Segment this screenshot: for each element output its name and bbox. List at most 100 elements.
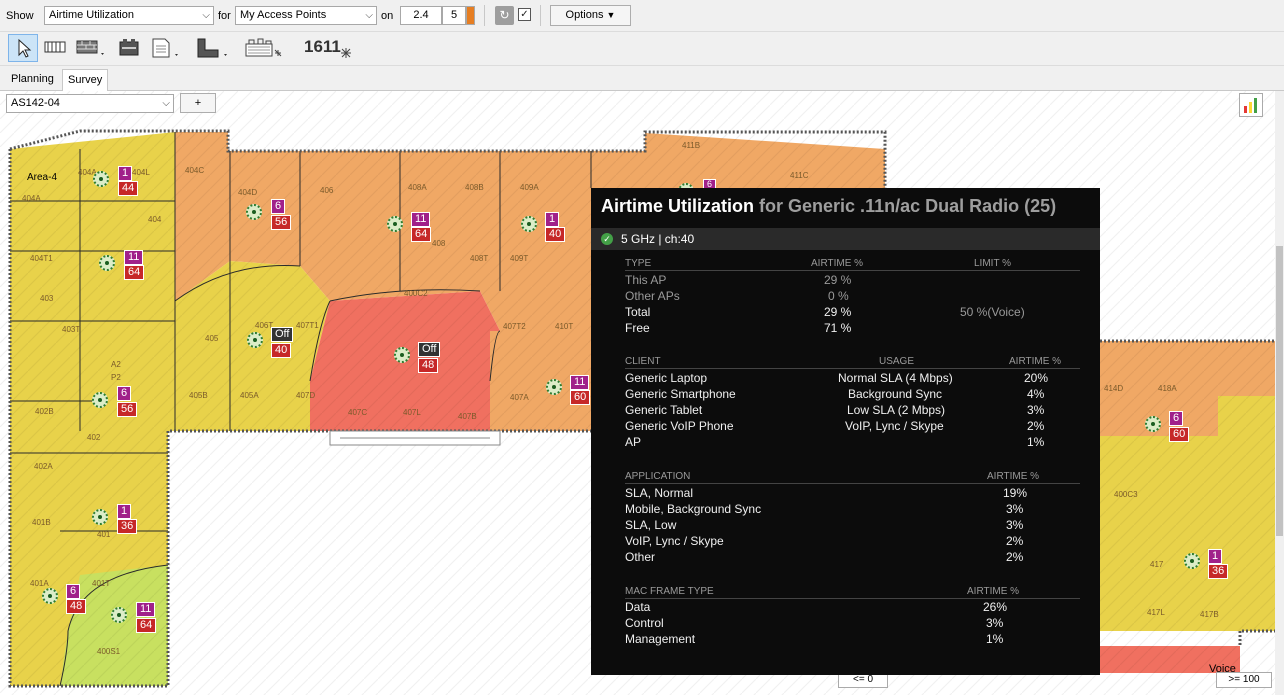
access-point-icon[interactable] <box>93 171 109 187</box>
channel-badge: 1 <box>1208 549 1223 564</box>
band-24-toggle[interactable]: 2.4 <box>400 6 442 25</box>
on-label: on <box>381 10 394 22</box>
room-label: 407C <box>348 408 368 417</box>
tab-survey[interactable]: Survey <box>62 69 109 91</box>
access-point-icon[interactable] <box>394 347 410 363</box>
room-label: 414D <box>1104 384 1124 393</box>
client-row-airtime: 3% <box>1027 403 1045 417</box>
client-row-name: Generic Tablet <box>625 403 703 417</box>
room-label: 404T1 <box>30 254 53 263</box>
toolbar-tools: 1611 <box>0 32 1284 66</box>
channel-badge: 6 <box>117 386 132 401</box>
brick-wall-tool[interactable] <box>76 38 108 58</box>
cabinet-tool[interactable] <box>118 38 140 58</box>
room-label: 401A <box>30 579 49 588</box>
refresh-icon[interactable]: ↻ <box>495 6 514 25</box>
application-row-name: Other <box>625 550 656 564</box>
access-point-icon[interactable] <box>1184 553 1200 569</box>
access-point-icon[interactable] <box>1145 416 1161 432</box>
channel-badge: 11 <box>411 212 431 227</box>
room-label: 411C <box>790 171 809 180</box>
client-row-name: Generic VoIP Phone <box>625 419 734 433</box>
airtime-badge: 64 <box>124 265 145 280</box>
access-point-icon[interactable] <box>247 332 263 348</box>
access-point-icon[interactable] <box>92 392 108 408</box>
add-floor-button[interactable]: + <box>180 93 216 113</box>
room-label: 402B <box>35 407 54 416</box>
channel-badge: 1 <box>545 212 560 227</box>
tab-planning[interactable]: Planning <box>6 69 59 90</box>
checkmark-icon: ✓ <box>601 233 613 245</box>
access-point-icon[interactable] <box>546 379 562 395</box>
client-header: CLIENT <box>625 356 661 367</box>
legend-max-label: >= 100 <box>1216 672 1272 688</box>
room-label: P2 <box>111 373 121 382</box>
bar-chart-icon <box>1244 98 1257 113</box>
scrollbar-thumb[interactable] <box>1276 246 1283 536</box>
access-point-icon[interactable] <box>246 204 262 220</box>
room-label: 400S1 <box>97 647 121 656</box>
room-label: 417B <box>1200 610 1219 619</box>
room-label: 408 <box>432 239 446 248</box>
airtime-badge: 48 <box>418 358 439 373</box>
mac-row-airtime: 26% <box>983 600 1008 614</box>
room-label: 408B <box>465 183 484 192</box>
usage-header: USAGE <box>879 356 915 367</box>
floor-dropdown[interactable]: AS142-04 ⌵ <box>6 94 174 113</box>
access-point-icon[interactable] <box>92 509 108 525</box>
view-tabs: Planning Survey <box>0 66 1284 91</box>
options-button[interactable]: Options ▼ <box>550 5 631 26</box>
separator <box>540 5 541 26</box>
radio-off-badge: Off <box>271 327 294 342</box>
access-point-icon[interactable] <box>111 607 127 623</box>
triangle-down-icon: ▼ <box>606 10 616 20</box>
channel-badge: 6 <box>66 584 81 599</box>
application-row-name: VoIP, Lync / Skype <box>625 534 724 548</box>
show-dropdown[interactable]: Airtime Utilization ⌵ <box>44 6 214 25</box>
chevron-down-icon: ⌵ <box>365 10 373 21</box>
vertical-scrollbar[interactable] <box>1275 91 1284 695</box>
auto-refresh-checkbox[interactable]: ✓ <box>518 8 531 21</box>
access-point-icon[interactable] <box>521 216 537 232</box>
airtime-badge: 40 <box>545 227 566 242</box>
wall-tool[interactable] <box>44 40 66 54</box>
document-tool[interactable] <box>150 37 182 59</box>
statistics-button[interactable] <box>1239 93 1263 117</box>
tooltip-title: Airtime Utilization for Generic .11n/ac … <box>601 196 1056 217</box>
area-label: Area-4 <box>27 172 58 183</box>
cursor-arrow-icon <box>18 38 32 58</box>
room-label: 400C3 <box>1114 490 1138 499</box>
divider <box>625 598 1080 599</box>
show-dropdown-value: Airtime Utilization <box>49 9 134 21</box>
client-row-name: Generic Laptop <box>625 371 708 385</box>
room-label: 402A <box>34 462 53 471</box>
room-label: 401B <box>32 518 51 527</box>
mac-frame-header: MAC FRAME TYPE <box>625 586 714 597</box>
room-label: 402 <box>87 433 101 442</box>
client-row-airtime: 2% <box>1027 419 1045 433</box>
airtime-badge: 64 <box>136 618 157 633</box>
client-row-name: AP <box>625 435 642 449</box>
access-point-icon[interactable] <box>42 588 58 604</box>
room-label: 407D <box>296 391 316 400</box>
channel-badge: 6 <box>1169 411 1184 426</box>
access-point-icon[interactable] <box>99 255 115 271</box>
channel-badge: 6 <box>271 199 286 214</box>
type-row-airtime: 29 % <box>824 305 852 319</box>
divider <box>625 483 1080 484</box>
airtime-header: AIRTIME % <box>1009 356 1062 367</box>
room-label: 408A <box>408 183 427 192</box>
airtime-badge: 44 <box>118 181 139 196</box>
channel-numbering-tool[interactable]: 1611 <box>304 37 354 61</box>
building-placement-tool[interactable] <box>244 36 284 60</box>
room-label: 401T <box>92 579 111 588</box>
access-point-icon[interactable] <box>387 216 403 232</box>
channel-numbering-label: 1611 <box>304 37 341 56</box>
brick-wall-icon <box>76 40 104 55</box>
floor-tool[interactable] <box>196 37 232 59</box>
limit-header: LIMIT % <box>974 258 1012 269</box>
select-tool[interactable] <box>8 34 38 62</box>
for-dropdown[interactable]: My Access Points ⌵ <box>235 6 377 25</box>
band-5-toggle[interactable]: 5 <box>442 6 466 25</box>
type-header: TYPE <box>625 258 652 269</box>
